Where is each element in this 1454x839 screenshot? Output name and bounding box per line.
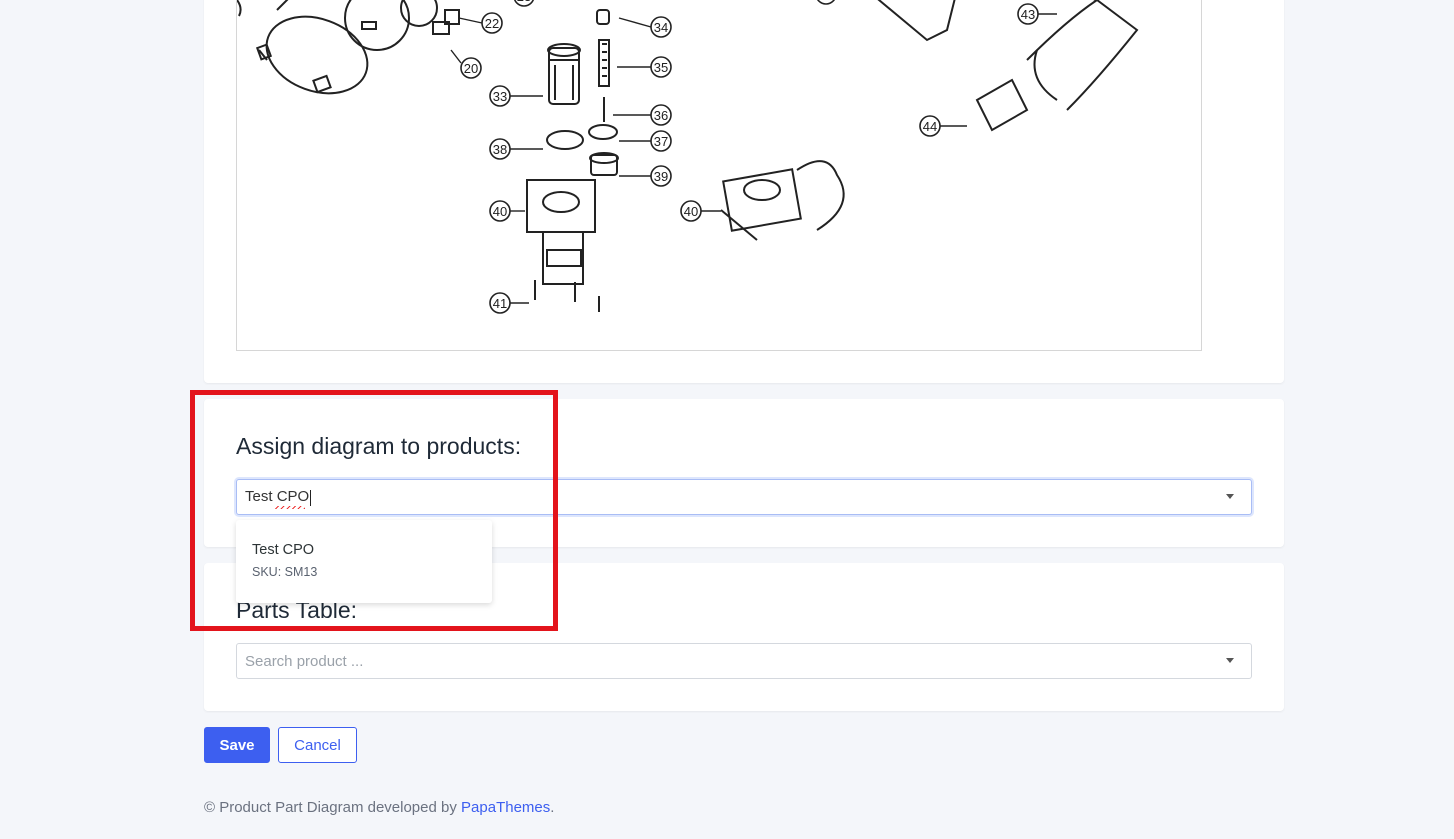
dropdown-option-sku: SKU: SM13	[252, 565, 318, 579]
callout-label: 43	[1021, 7, 1035, 22]
callout-label: 40	[684, 204, 698, 219]
chevron-down-icon[interactable]	[1226, 494, 1234, 499]
parts-diagram-image: 22 23 20 34 35 33 36 37 38 39 40 40 41 4…	[236, 0, 1202, 351]
exploded-parts-illustration: 22 23 20 34 35 33 36 37 38 39 40 40 41 4…	[237, 0, 1139, 314]
save-button[interactable]: Save	[204, 727, 270, 763]
chevron-down-icon[interactable]	[1226, 658, 1234, 663]
spellcheck-underline	[275, 505, 305, 509]
footer-suffix: .	[550, 799, 555, 816]
callout-label: 34	[654, 20, 668, 35]
parts-table-placeholder: Search product ...	[245, 652, 364, 670]
papathemes-link[interactable]: PapaThemes	[461, 799, 550, 816]
product-search-dropdown: Test CPO SKU: SM13	[236, 520, 492, 603]
cancel-button[interactable]: Cancel	[278, 727, 357, 763]
callout-label: 41	[493, 296, 507, 311]
callout-label: 33	[493, 89, 507, 104]
parts-table-select[interactable]: Search product ...	[236, 643, 1252, 679]
callout-label: 36	[654, 108, 668, 123]
footer-text: © Product Part Diagram developed by	[204, 799, 457, 816]
dropdown-option-name: Test CPO	[252, 542, 315, 558]
callout-label: 22	[485, 16, 499, 31]
callout-label: 37	[654, 134, 668, 149]
text-caret	[310, 489, 312, 506]
callout-label: 35	[654, 60, 668, 75]
callout-label: 44	[923, 119, 937, 134]
assign-products-input-value[interactable]: Test CPO	[245, 488, 312, 509]
callout-label: 20	[464, 61, 478, 76]
callout-label: 23	[517, 0, 531, 4]
callout-label: 40	[493, 204, 507, 219]
callout-label: 42	[819, 0, 833, 2]
callout-label: 39	[654, 169, 668, 184]
dropdown-option-product[interactable]: Test CPO SKU: SM13	[252, 542, 476, 579]
callout-label: 38	[493, 142, 507, 157]
footer-credit: © Product Part Diagram developed by Papa…	[204, 799, 554, 816]
assign-products-select[interactable]: Test CPO	[236, 479, 1252, 515]
assign-products-title: Assign diagram to products:	[236, 433, 522, 459]
diagram-card: 22 23 20 34 35 33 36 37 38 39 40 40 41 4…	[204, 0, 1284, 383]
